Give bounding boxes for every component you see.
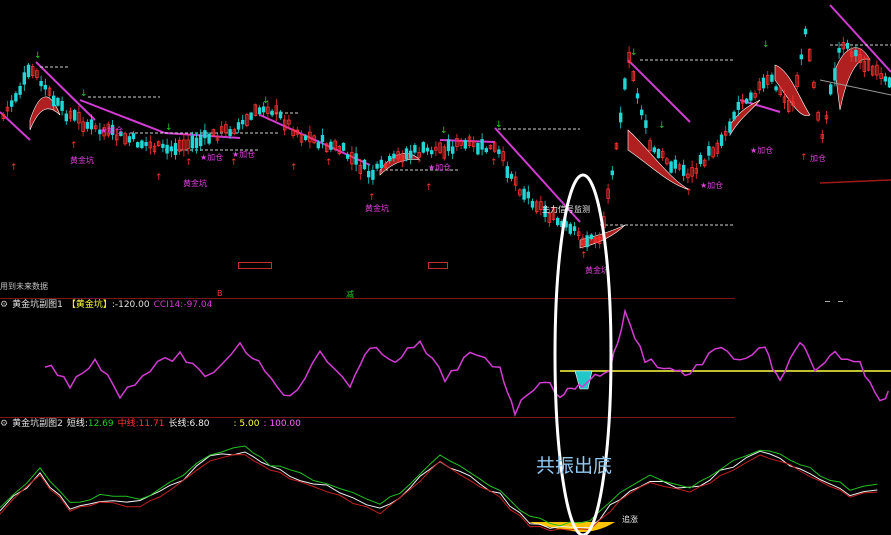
annotation-ellipse: [553, 173, 613, 535]
annotation-text: 共振出底: [536, 455, 613, 477]
